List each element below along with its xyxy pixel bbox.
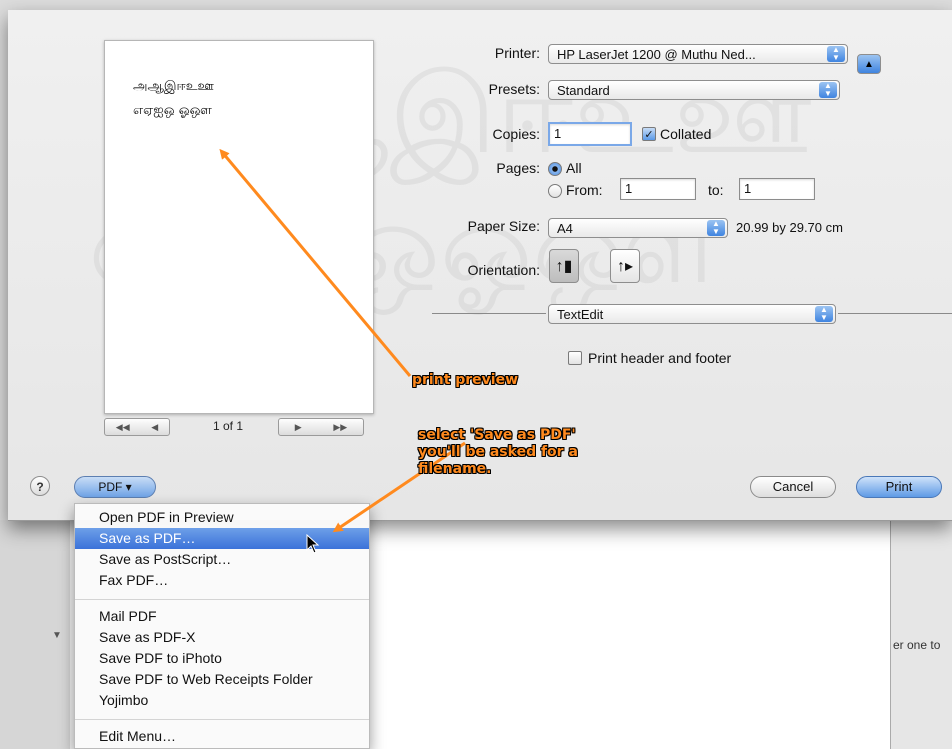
pages-from-label: From:: [566, 182, 603, 198]
presets-popup[interactable]: Standard ▲ ▼: [548, 80, 840, 100]
pages-from-input[interactable]: 1: [620, 178, 696, 200]
pdf-dropdown-menu: Open PDF in Preview Save as PDF… Save as…: [74, 503, 370, 749]
printer-value: HP LaserJet 1200 @ Muthu Ned...: [557, 47, 756, 62]
menu-item-yojimbo[interactable]: Yojimbo: [75, 690, 369, 711]
header-footer-checkbox[interactable]: [568, 351, 582, 365]
pages-to-input[interactable]: 1: [739, 178, 815, 200]
pages-all-radio[interactable]: [548, 162, 562, 176]
menu-separator: [75, 719, 369, 720]
printer-popup[interactable]: HP LaserJet 1200 @ Muthu Ned... ▲ ▼: [548, 44, 848, 64]
prev-page-icon[interactable]: ◀: [151, 422, 158, 433]
menu-item-open-in-preview[interactable]: Open PDF in Preview: [75, 507, 369, 528]
landscape-orientation-button[interactable]: ↑▸: [610, 249, 640, 283]
pages-from-radio[interactable]: [548, 184, 562, 198]
preview-text-line-1: அஆஇஈஉஊ: [133, 79, 214, 94]
disclosure-triangle-icon: ▼: [52, 630, 62, 641]
collated-label: Collated: [660, 126, 712, 142]
popup-arrows-icon: ▲ ▼: [827, 46, 845, 62]
annotation-save-as-pdf: select 'Save as PDF' you'll be asked for…: [418, 427, 578, 477]
pdf-menu-button[interactable]: PDF ▾: [74, 476, 156, 498]
menu-item-mail-pdf[interactable]: Mail PDF: [75, 606, 369, 627]
preview-text-line-2: எஏஐஒ ஓஔ: [133, 103, 212, 118]
cancel-button[interactable]: Cancel: [750, 476, 836, 498]
section-divider-left: [432, 313, 546, 314]
orientation-label: Orientation:: [467, 262, 540, 278]
presets-value: Standard: [557, 83, 610, 98]
menu-separator: [75, 599, 369, 600]
landscape-icon: ↑▸: [616, 258, 634, 275]
pager-back-buttons[interactable]: ◀◀ ◀: [104, 418, 170, 436]
copies-label: Copies:: [492, 126, 540, 142]
collapse-details-button[interactable]: ▲: [857, 54, 881, 74]
pager-forward-buttons[interactable]: ▶ ▶▶: [278, 418, 364, 436]
annotation-print-preview: print preview: [412, 372, 519, 388]
menu-item-save-as-postscript[interactable]: Save as PostScript…: [75, 549, 369, 570]
section-divider-right: [838, 313, 952, 314]
popup-arrows-icon: ▲ ▼: [819, 82, 837, 98]
portrait-orientation-button[interactable]: ↑▮: [549, 249, 579, 283]
help-button[interactable]: ?: [30, 476, 50, 496]
paper-size-value: A4: [557, 221, 573, 236]
section-value: TextEdit: [557, 307, 604, 322]
last-page-icon[interactable]: ▶▶: [333, 422, 347, 433]
collated-checkbox[interactable]: ✓: [642, 127, 656, 141]
paper-dimensions: 20.99 by 29.70 cm: [736, 220, 843, 235]
copies-input[interactable]: 1: [548, 122, 632, 146]
menu-item-save-as-pdf[interactable]: Save as PDF…: [75, 528, 369, 549]
menu-item-save-to-iphoto[interactable]: Save PDF to iPhoto: [75, 648, 369, 669]
menu-item-edit-menu[interactable]: Edit Menu…: [75, 726, 369, 747]
presets-label: Presets:: [488, 81, 540, 97]
pages-to-label: to:: [708, 182, 724, 198]
paper-size-label: Paper Size:: [467, 218, 540, 234]
background-side-panel: er one to: [890, 520, 952, 749]
portrait-icon: ↑▮: [555, 258, 573, 275]
menu-item-save-to-web-receipts[interactable]: Save PDF to Web Receipts Folder: [75, 669, 369, 690]
triangle-up-icon: ▲: [864, 59, 874, 70]
pages-all-label: All: [566, 160, 582, 176]
menu-item-fax-pdf[interactable]: Fax PDF…: [75, 570, 369, 591]
page-count: 1 of 1: [213, 419, 244, 433]
header-footer-label: Print header and footer: [588, 350, 732, 366]
popup-arrows-icon: ▲ ▼: [815, 306, 833, 322]
background-side-text: er one to: [893, 638, 941, 652]
print-preview-page: அஆஇஈஉஊ எஏஐஒ ஓஔ: [104, 40, 374, 414]
pages-label: Pages:: [496, 160, 540, 176]
next-page-icon[interactable]: ▶: [295, 422, 302, 433]
mouse-cursor-icon: [306, 534, 320, 554]
printer-label: Printer:: [494, 45, 540, 61]
paper-size-popup[interactable]: A4 ▲ ▼: [548, 218, 728, 238]
print-options-section-popup[interactable]: TextEdit ▲ ▼: [548, 304, 836, 324]
print-button[interactable]: Print: [856, 476, 942, 498]
menu-item-save-as-pdf-x[interactable]: Save as PDF-X: [75, 627, 369, 648]
background-sidebar: ▼: [0, 520, 70, 749]
background-content: [370, 520, 890, 749]
first-page-icon[interactable]: ◀◀: [116, 422, 130, 433]
popup-arrows-icon: ▲ ▼: [707, 220, 725, 236]
